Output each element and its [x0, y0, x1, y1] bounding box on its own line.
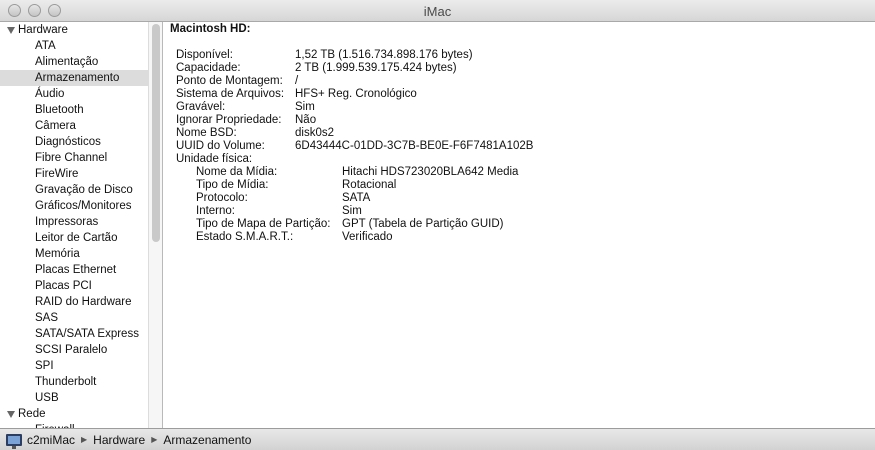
imac-icon	[6, 433, 22, 449]
breadcrumb-separator-icon: ▶	[151, 435, 158, 444]
drive-property-value: Rotacional	[342, 179, 397, 191]
property-value: Não	[295, 114, 317, 126]
sidebar-item[interactable]: Gravação de Disco	[0, 182, 148, 198]
sidebar-item[interactable]: Impressoras	[0, 214, 148, 230]
sidebar-item[interactable]: ATA	[0, 38, 148, 54]
drive-property-label: Protocolo:	[196, 192, 248, 204]
property-value: Sim	[295, 101, 315, 113]
property-label: Ponto de Montagem:	[176, 75, 283, 87]
drive-property-label: Nome da Mídia:	[196, 166, 278, 178]
property-label: Gravável:	[176, 101, 226, 113]
breadcrumb-computer[interactable]: c2miMac	[27, 433, 75, 447]
sidebar-group-label: Hardware	[18, 24, 68, 36]
sidebar-item[interactable]: USB	[0, 390, 148, 406]
sidebar[interactable]: Hardware ATA Alimentação Armazenamento Áudio…	[0, 22, 148, 428]
property-label: Unidade física:	[176, 153, 253, 165]
disclosure-triangle-icon[interactable]	[7, 26, 15, 34]
property-label: UUID do Volume:	[176, 140, 265, 152]
breadcrumb-separator-icon: ▶	[81, 435, 88, 444]
title-bar: iMac	[0, 0, 875, 22]
sidebar-scrollbar[interactable]	[148, 22, 163, 428]
drive-property-label: Tipo de Mapa de Partição:	[196, 218, 331, 230]
detail-pane: Macintosh HD: Disponível: 1,52 TB (1.516.…	[163, 22, 875, 428]
property-value: /	[295, 75, 299, 87]
property-label: Ignorar Propriedade:	[176, 114, 282, 126]
sidebar-item[interactable]: Placas PCI	[0, 278, 148, 294]
breadcrumb-bar: c2miMac ▶ Hardware ▶ Armazenamento	[0, 428, 875, 450]
disclosure-triangle-icon[interactable]	[7, 410, 15, 418]
sidebar-item[interactable]: SPI	[0, 358, 148, 374]
sidebar-item[interactable]: Bluetooth	[0, 102, 148, 118]
sidebar-item[interactable]: Gráficos/Monitores	[0, 198, 148, 214]
window-title: iMac	[423, 4, 452, 19]
drive-property-label: Interno:	[196, 205, 235, 217]
sidebar-item[interactable]: Memória	[0, 246, 148, 262]
breadcrumb-hardware[interactable]: Hardware	[93, 433, 145, 447]
sidebar-item[interactable]: SATA/SATA Express	[0, 326, 148, 342]
drive-property-value: GPT (Tabela de Partição GUID)	[342, 218, 504, 230]
sidebar-item[interactable]: Armazenamento	[0, 70, 148, 86]
volume-heading: Macintosh HD:	[170, 23, 251, 35]
property-value: disk0s2	[295, 127, 334, 139]
sidebar-item[interactable]: SAS	[0, 310, 148, 326]
sidebar-item[interactable]: Áudio	[0, 86, 148, 102]
sidebar-item[interactable]: Câmera	[0, 118, 148, 134]
property-value: HFS+ Reg. Cronológico	[295, 88, 417, 100]
sidebar-item[interactable]: Placas Ethernet	[0, 262, 148, 278]
drive-property-label: Tipo de Mídia:	[196, 179, 269, 191]
sidebar-item[interactable]: FireWire	[0, 166, 148, 182]
sidebar-item[interactable]: RAID do Hardware	[0, 294, 148, 310]
sidebar-item[interactable]: Diagnósticos	[0, 134, 148, 150]
sidebar-group[interactable]: Rede	[0, 406, 148, 422]
property-label: Sistema de Arquivos:	[176, 88, 285, 100]
breadcrumb-storage[interactable]: Armazenamento	[163, 433, 251, 447]
drive-property-label: Estado S.M.A.R.T.:	[196, 231, 294, 243]
property-label: Disponível:	[176, 49, 233, 61]
property-value: 6D43444C-01DD-3C7B-BE0E-F6F7481A102B	[295, 140, 534, 152]
drive-property-value: Sim	[342, 205, 362, 217]
sidebar-item[interactable]: Leitor de Cartão	[0, 230, 148, 246]
sidebar-item[interactable]: Fibre Channel	[0, 150, 148, 166]
property-label: Nome BSD:	[176, 127, 237, 139]
scrollbar-thumb[interactable]	[152, 24, 160, 242]
sidebar-item[interactable]: SCSI Paralelo	[0, 342, 148, 358]
sidebar-item[interactable]: Alimentação	[0, 54, 148, 70]
property-value: 2 TB (1.999.539.175.424 bytes)	[295, 62, 457, 74]
drive-property-value: Verificado	[342, 231, 393, 243]
drive-property-value: SATA	[342, 192, 371, 204]
sidebar-item[interactable]: Thunderbolt	[0, 374, 148, 390]
sidebar-group-label: Rede	[18, 408, 46, 420]
property-label: Capacidade:	[176, 62, 241, 74]
property-value: 1,52 TB (1.516.734.898.176 bytes)	[295, 49, 473, 61]
drive-property-value: Hitachi HDS723020BLA642 Media	[342, 166, 519, 178]
sidebar-group[interactable]: Hardware	[0, 22, 148, 38]
